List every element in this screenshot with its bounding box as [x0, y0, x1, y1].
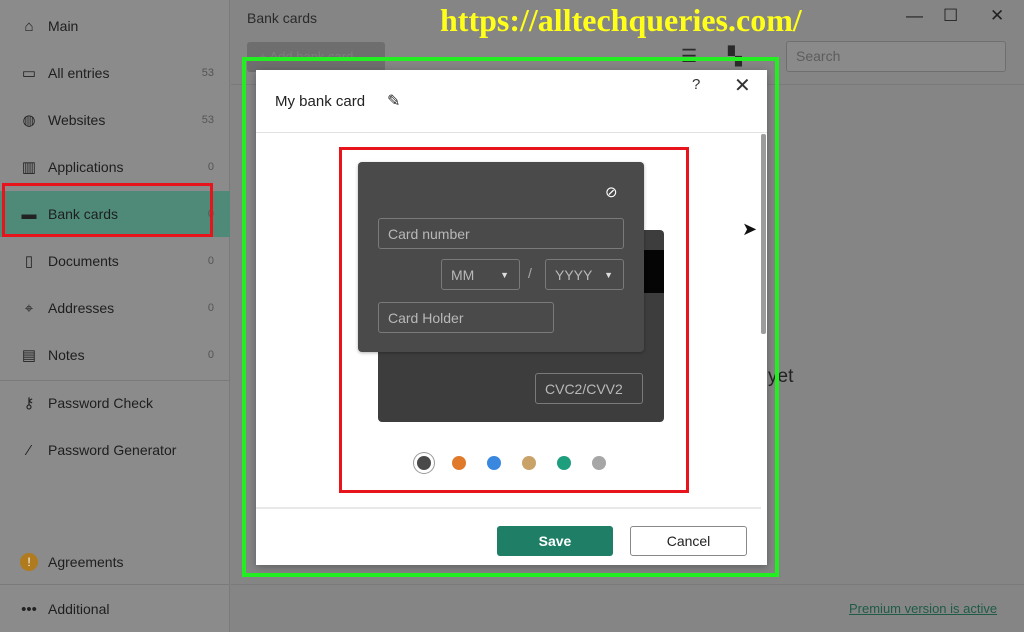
- applications-icon: ▥: [21, 159, 37, 176]
- globe-icon: ◍: [22, 112, 36, 129]
- premium-link[interactable]: Premium version is active: [849, 601, 997, 616]
- sidebar-item-password-check[interactable]: ⚷ Password Check: [0, 380, 230, 426]
- sidebar-item-agreements[interactable]: ! Agreements: [0, 539, 230, 585]
- sidebar-item-notes[interactable]: ▤ Notes 0: [0, 332, 230, 378]
- key-icon: ⚷: [23, 395, 35, 412]
- folder-icon: ▭: [21, 65, 37, 82]
- watermark: https://alltechqueries.com/: [440, 2, 802, 38]
- sidebar-item-password-generator[interactable]: ⁄ Password Generator: [0, 427, 230, 473]
- document-icon: ▯: [24, 253, 34, 270]
- sidebar: ⌂ Main ▭ All entries 53 ◍ Websites 53 ▥ Applic…: [0, 0, 230, 632]
- notes-icon: ▤: [21, 347, 37, 364]
- sidebar-item-additional[interactable]: ••• Additional: [0, 586, 230, 632]
- pin-icon: ⌖: [24, 299, 34, 317]
- divider: [231, 584, 1024, 585]
- maximize-icon[interactable]: ☐: [943, 6, 958, 26]
- wand-icon: ⁄: [27, 441, 31, 459]
- home-icon: ⌂: [24, 17, 34, 35]
- warning-icon: !: [20, 553, 38, 571]
- sidebar-item-main[interactable]: ⌂ Main: [0, 3, 230, 49]
- close-window-icon[interactable]: ✕: [990, 6, 1004, 26]
- more-icon: •••: [21, 600, 37, 618]
- search-input[interactable]: Search: [786, 41, 1006, 72]
- sidebar-item-websites[interactable]: ◍ Websites 53: [0, 97, 230, 143]
- minimize-icon[interactable]: —: [906, 6, 923, 26]
- sidebar-item-addresses[interactable]: ⌖ Addresses 0: [0, 285, 230, 331]
- sidebar-item-all-entries[interactable]: ▭ All entries 53: [0, 50, 230, 96]
- page-title: Bank cards: [247, 10, 318, 26]
- highlight-annotation: [242, 57, 779, 577]
- sidebar-item-documents[interactable]: ▯ Documents 0: [0, 238, 230, 284]
- highlight-annotation: [2, 183, 213, 237]
